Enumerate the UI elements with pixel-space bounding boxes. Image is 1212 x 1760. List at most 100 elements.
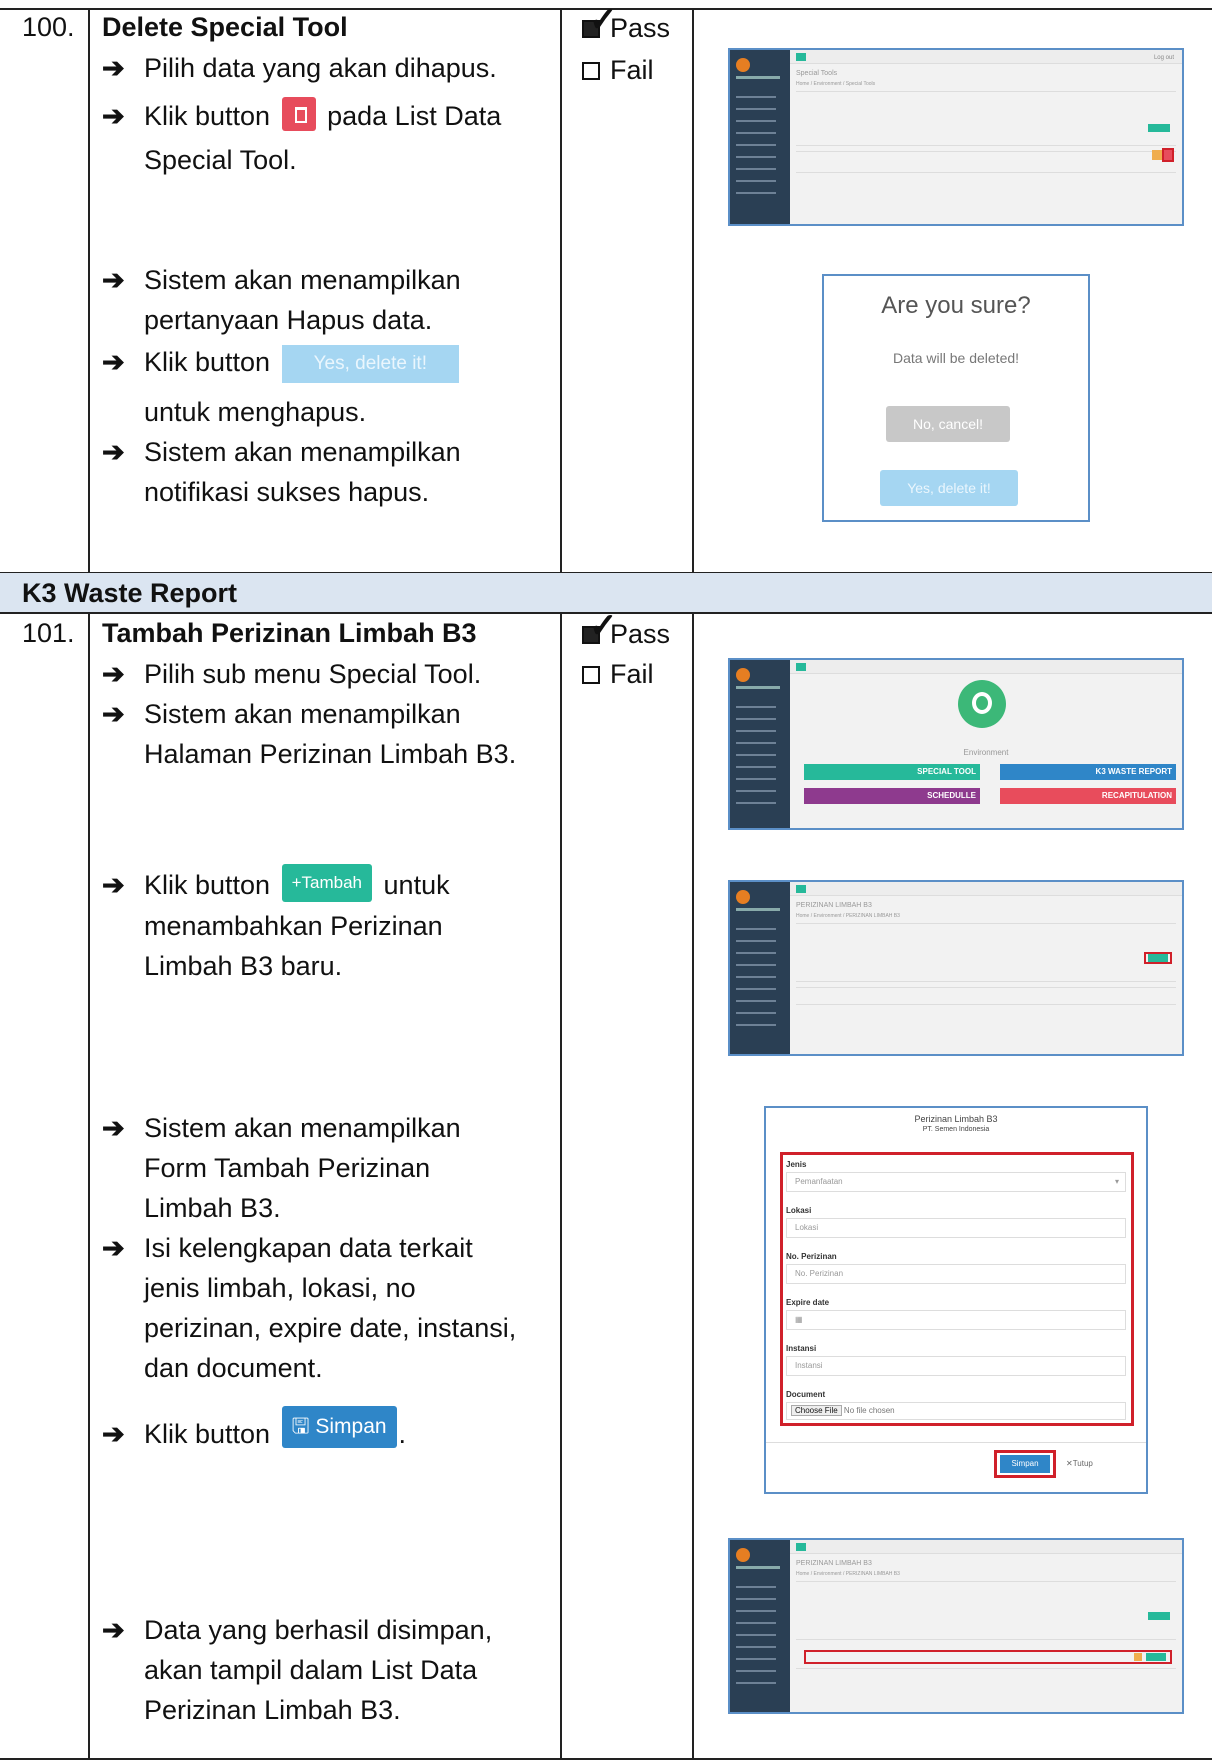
row-number: 100. <box>22 12 75 42</box>
checked-box-icon: ✓ <box>582 607 618 645</box>
checked-box-icon: ✓ <box>582 1 618 39</box>
confirm-delete-button[interactable]: Yes, delete it! <box>880 470 1018 506</box>
step-line: jenis limbah, lokasi, no <box>144 1273 416 1303</box>
k3-waste-report-button[interactable]: K3 WASTE REPORT <box>1000 764 1176 780</box>
col-divider-number-2 <box>88 612 90 1760</box>
step-line: akan tampil dalam List Data <box>144 1655 478 1685</box>
recapitulation-button[interactable]: RECAPITULATION <box>1000 788 1176 804</box>
step-line: ➔ Pilih data yang akan dihapus. <box>102 48 497 88</box>
expire-date-input[interactable]: ▦ <box>786 1310 1126 1330</box>
dialog-message: Data will be deleted! <box>892 350 1020 366</box>
fail-checkbox: Fail <box>582 654 654 694</box>
jenis-select[interactable]: Pemanfaatan ▾ <box>786 1172 1126 1192</box>
arrow-right-icon: ➔ <box>102 437 125 467</box>
col-divider-check <box>560 8 562 572</box>
lokasi-input[interactable]: Lokasi <box>786 1218 1126 1238</box>
no-perizinan-input[interactable]: No. Perizinan <box>786 1264 1126 1284</box>
step-line: ➔ Klik button pada List Data <box>102 96 501 136</box>
document-page: 100. Delete Special Tool ➔ Pilih data yan… <box>0 0 1212 1760</box>
step-line: ➔ Klik button +Tambah untuk <box>102 864 450 905</box>
simpan-button[interactable]: Simpan <box>1000 1455 1050 1473</box>
perizinan-form-screenshot: Perizinan Limbah B3 PT. Semen Indonesia … <box>764 1106 1148 1494</box>
step-line: notifikasi sukses hapus. <box>144 477 430 507</box>
tutup-button[interactable]: ✕Tutup <box>1066 1459 1093 1468</box>
close-icon: ✕ <box>1066 1459 1073 1468</box>
col-divider-image <box>692 8 694 572</box>
schedule-button[interactable]: SCHEDULLE <box>804 788 980 804</box>
step-line: Limbah B3. <box>144 1193 281 1223</box>
step-line: ➔ Klik button 🖫 Simpan. <box>102 1406 406 1454</box>
pass-checkbox: ✓ Pass <box>582 607 670 654</box>
logo-icon <box>736 58 750 72</box>
pass-checkbox: ✓ Pass <box>582 1 670 48</box>
arrow-right-icon: ➔ <box>102 101 125 131</box>
col-divider-check-2 <box>560 612 562 1760</box>
step-line: ➔ Isi kelengkapan data terkait <box>102 1228 473 1268</box>
step-line: ➔ Pilih sub menu Special Tool. <box>102 654 481 694</box>
logo-icon <box>736 890 750 904</box>
empty-box-icon <box>582 666 600 684</box>
step-line: ➔ Data yang berhasil disimpan, <box>102 1610 492 1650</box>
step-line: perizinan, expire date, instansi, <box>144 1313 517 1343</box>
step-line: ➔ Sistem akan menampilkan <box>102 694 461 734</box>
step-line: ➔ Sistem akan menampilkan <box>102 1108 461 1148</box>
step-line: ➔ Sistem akan menampilkan <box>102 260 461 300</box>
special-tools-screenshot: Log out Special Tools Home / Environment… <box>728 48 1184 226</box>
step-line: menambahkan Perizinan <box>144 911 443 941</box>
confirm-delete-dialog: Are you sure? Data will be deleted! No, … <box>822 274 1090 522</box>
environment-menu-screenshot: Environment SPECIAL TOOL K3 WASTE REPORT… <box>728 658 1184 830</box>
step-line: Limbah B3 baru. <box>144 951 343 981</box>
arrow-right-icon: ➔ <box>102 1615 125 1645</box>
test-title: Delete Special Tool <box>102 12 348 42</box>
fail-checkbox: Fail <box>582 50 654 90</box>
arrow-right-icon: ➔ <box>102 659 125 689</box>
col-divider-number <box>88 8 90 572</box>
arrow-right-icon: ➔ <box>102 265 125 295</box>
cancel-button[interactable]: No, cancel! <box>886 406 1010 442</box>
arrow-right-icon: ➔ <box>102 1233 125 1263</box>
sidebar <box>730 882 790 1054</box>
save-icon: 🖫 <box>291 1415 310 1438</box>
logo-icon <box>736 668 750 682</box>
step-line: ➔ Sistem akan menampilkan <box>102 432 461 472</box>
step-line: Halaman Perizinan Limbah B3. <box>144 739 517 769</box>
tambah-button-image: +Tambah <box>281 864 373 902</box>
sidebar <box>730 660 790 828</box>
delete-button-icon <box>281 97 316 131</box>
document-file-input[interactable]: Choose File No file chosen <box>786 1402 1126 1420</box>
col-divider-image-2 <box>692 612 694 1760</box>
arrow-right-icon: ➔ <box>102 1113 125 1143</box>
perizinan-list-screenshot: PERIZINAN LIMBAH B3 Home / Environment /… <box>728 880 1184 1056</box>
calendar-icon: ▦ <box>795 1315 803 1324</box>
sidebar <box>730 50 790 224</box>
step-line: Perizinan Limbah B3. <box>144 1695 401 1725</box>
row-number: 101. <box>22 618 75 648</box>
plus-icon: + <box>291 873 302 892</box>
special-tool-button[interactable]: SPECIAL TOOL <box>804 764 980 780</box>
checkmark-icon: ✓ <box>589 607 618 645</box>
arrow-right-icon: ➔ <box>102 1419 125 1449</box>
arrow-right-icon: ➔ <box>102 870 125 900</box>
chevron-down-icon: ▾ <box>1114 1177 1119 1186</box>
test-title: Tambah Perizinan Limbah B3 <box>102 618 477 648</box>
dialog-title: Are you sure? <box>881 292 1031 319</box>
step-line: ➔ Klik button Yes, delete it! <box>102 342 459 383</box>
checkmark-icon: ✓ <box>589 1 618 39</box>
arrow-right-icon: ➔ <box>102 347 125 377</box>
recycle-icon <box>958 680 1006 728</box>
step-line: untuk menghapus. <box>144 397 367 427</box>
step-line: Form Tambah Perizinan <box>144 1153 431 1183</box>
empty-box-icon <box>582 62 600 80</box>
table-bottom-border <box>0 1758 1212 1760</box>
perizinan-list-with-data-screenshot: PERIZINAN LIMBAH B3 Home / Environment /… <box>728 1538 1184 1714</box>
step-line: Special Tool. <box>144 145 297 175</box>
instansi-input[interactable]: Instansi <box>786 1356 1126 1376</box>
logo-icon <box>736 1548 750 1562</box>
arrow-right-icon: ➔ <box>102 699 125 729</box>
sidebar <box>730 1540 790 1712</box>
form-highlight <box>780 1152 1134 1426</box>
choose-file-button[interactable]: Choose File <box>791 1405 842 1416</box>
arrow-right-icon: ➔ <box>102 53 125 83</box>
step-line: dan document. <box>144 1353 323 1383</box>
simpan-button-image: 🖫 Simpan <box>281 1406 397 1448</box>
